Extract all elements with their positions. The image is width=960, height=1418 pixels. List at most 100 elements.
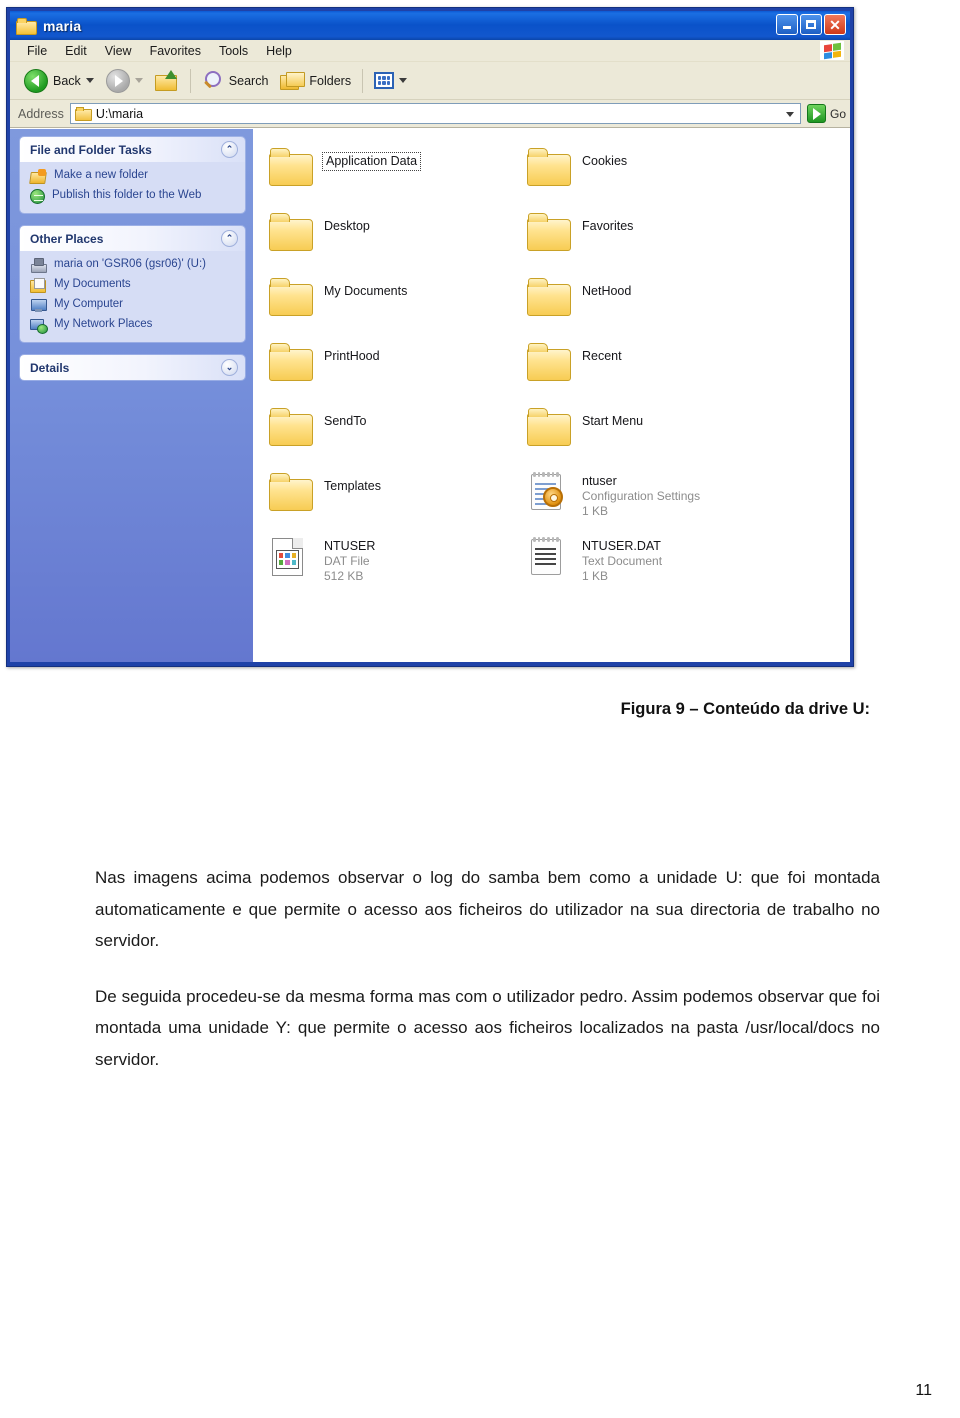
menu-help[interactable]: Help [257,43,301,59]
place-my-documents[interactable]: My Documents [30,277,237,293]
file-item[interactable]: NetHood [525,273,783,338]
file-name-block: NTUSER.DAT Text Document 1 KB [582,537,662,584]
go-button[interactable]: Go [806,104,846,123]
title-bar[interactable]: maria ✕ [10,11,850,40]
task-make-new-folder[interactable]: Make a new folder [30,168,237,184]
panel-details: Details ⌄ [20,355,245,380]
network-places-icon [30,318,48,334]
place-label: My Documents [54,278,131,290]
file-name: NTUSER.DAT [582,539,661,553]
search-button[interactable]: Search [196,65,275,97]
panel-other-places: Other Places ⌃ maria on 'GSR06 (gsr06)' … [20,226,245,342]
file-item[interactable]: SendTo [267,403,525,468]
folder-icon [267,147,313,187]
back-dropdown-icon[interactable] [85,78,94,83]
folder-icon [267,342,313,382]
file-item[interactable]: My Documents [267,273,525,338]
place-my-computer[interactable]: My Computer [30,297,237,313]
file-list-pane[interactable]: Application Data Cookies Desktop Favorit… [253,129,850,662]
file-name: ntuser [582,474,617,488]
panel-header-details[interactable]: Details ⌄ [20,355,245,380]
back-arrow-icon [24,68,48,93]
file-item[interactable]: Desktop [267,208,525,273]
chevron-up-icon[interactable]: ⌃ [221,141,238,158]
file-item[interactable]: Application Data [267,143,525,208]
new-folder-icon [30,169,47,184]
back-button[interactable]: Back [18,65,100,97]
place-my-network-places[interactable]: My Network Places [30,317,237,334]
up-one-level-button[interactable] [149,65,185,97]
file-name: Recent [582,349,622,363]
windows-logo-icon [820,41,844,60]
file-name: NTUSER [324,539,376,553]
page-number: 11 [915,1382,932,1399]
task-publish-to-web[interactable]: Publish this folder to the Web [30,188,237,204]
file-size: 1 KB [582,569,609,583]
file-item[interactable]: NTUSER DAT File 512 KB [267,533,525,598]
place-label: My Computer [54,298,124,310]
file-type: DAT File [324,554,370,568]
chevron-down-icon[interactable]: ⌄ [221,359,238,376]
panel-file-and-folder-tasks: File and Folder Tasks ⌃ Make a new folde… [20,137,245,213]
my-documents-icon [30,278,47,293]
file-name: Start Menu [582,414,644,428]
window-title: maria [43,17,82,34]
file-item[interactable]: Cookies [525,143,783,208]
file-name: PrintHood [324,349,380,363]
toolbar-separator-2 [362,68,364,93]
paragraph-1: Nas imagens acima podemos observar o log… [95,868,880,950]
views-dropdown-icon[interactable] [399,78,408,83]
maximize-button[interactable] [800,14,822,35]
file-name: Templates [324,479,381,493]
close-button[interactable]: ✕ [824,14,846,35]
menu-view[interactable]: View [96,43,141,59]
text-document-icon [525,537,571,577]
my-computer-icon [30,298,47,313]
file-item[interactable]: PrintHood [267,338,525,403]
file-item[interactable]: NTUSER.DAT Text Document 1 KB [525,533,783,598]
file-item[interactable]: Templates [267,468,525,533]
file-item[interactable]: Favorites [525,208,783,273]
configuration-settings-icon [525,472,571,512]
menu-tools[interactable]: Tools [210,43,257,59]
address-bar: Address U:\maria Go [10,100,850,128]
file-grid: Application Data Cookies Desktop Favorit… [267,143,850,598]
window-controls: ✕ [776,14,846,35]
views-button[interactable] [368,65,413,97]
folders-label: Folders [309,73,352,88]
menu-file[interactable]: File [18,43,56,59]
file-name: Application Data [321,152,422,171]
folder-icon [16,17,37,35]
file-item[interactable]: Recent [525,338,783,403]
place-maria-on-gsr06[interactable]: maria on 'GSR06 (gsr06)' (U:) [30,257,237,273]
toolbar: Back Search Folders [10,62,850,100]
address-folder-icon [74,107,92,121]
task-label: Make a new folder [54,169,148,181]
panel-header-tasks[interactable]: File and Folder Tasks ⌃ [20,137,245,162]
file-size: 1 KB [582,504,609,518]
folder-icon [267,277,313,317]
folder-icon [525,212,571,252]
document-body-text: Nas imagens acima podemos observar o log… [95,862,880,1075]
folders-button[interactable]: Folders [274,65,357,97]
address-dropdown-button[interactable] [782,106,798,122]
folder-icon [267,212,313,252]
dat-file-icon [267,537,313,577]
file-item[interactable]: Start Menu [525,403,783,468]
panel-header-other-places[interactable]: Other Places ⌃ [20,226,245,251]
forward-button[interactable] [100,65,149,97]
chevron-up-icon[interactable]: ⌃ [221,230,238,247]
folder-icon [525,147,571,187]
minimize-button[interactable] [776,14,798,35]
file-name: Cookies [582,154,628,168]
address-input[interactable]: U:\maria [69,103,801,124]
panel-title-tasks: File and Folder Tasks [30,142,152,157]
menu-edit[interactable]: Edit [56,43,96,59]
toolbar-separator [189,68,191,93]
menu-favorites[interactable]: Favorites [141,43,210,59]
folder-icon [267,472,313,512]
go-label: Go [829,106,846,121]
file-type: Configuration Settings [582,489,701,503]
file-explorer-window: maria ✕ File Edit View Favorites Tools H… [6,7,854,667]
file-item[interactable]: ntuser Configuration Settings 1 KB [525,468,783,533]
